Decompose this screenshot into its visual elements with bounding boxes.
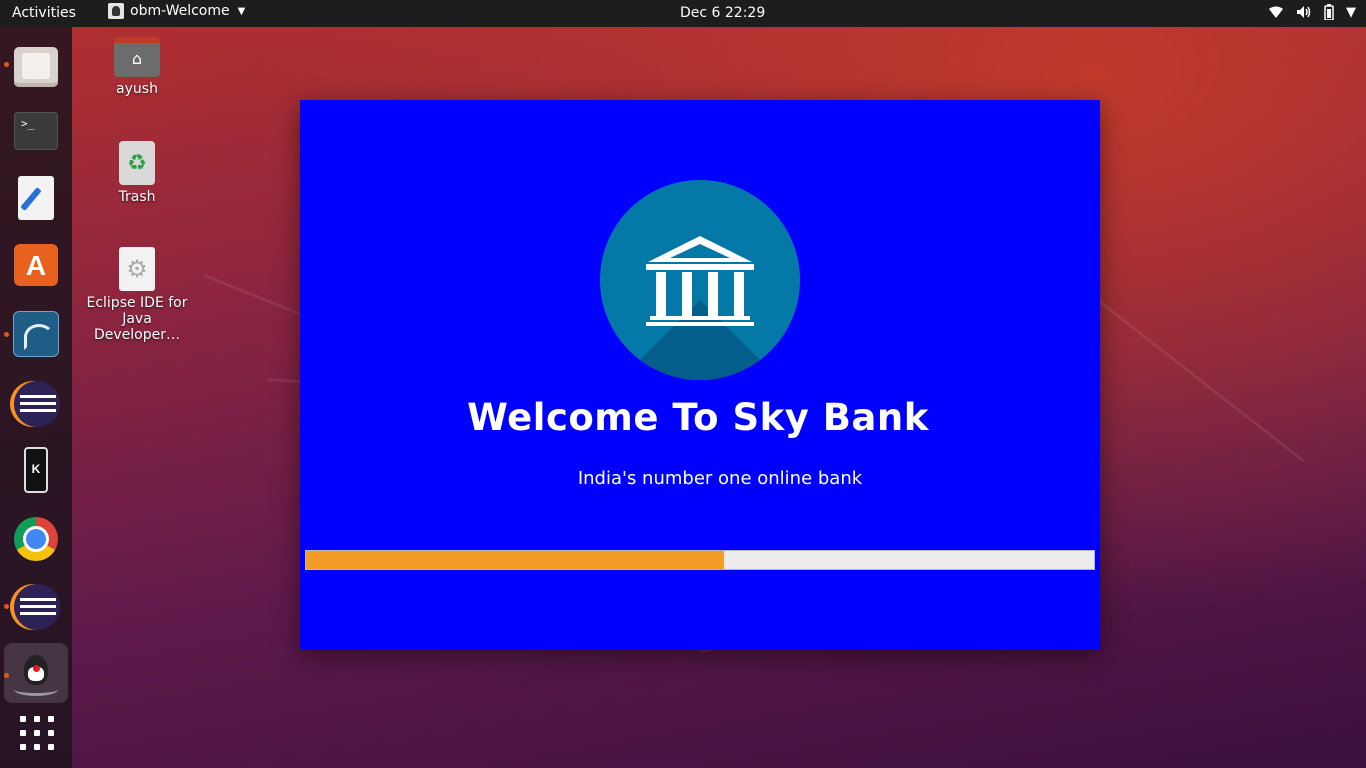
java-duke-icon[interactable] <box>12 651 60 696</box>
kde-connect-icon[interactable]: K <box>24 447 48 493</box>
progress-fill <box>306 551 724 569</box>
desktop-icon-home[interactable]: ayush <box>77 37 197 97</box>
home-folder-icon <box>114 37 160 77</box>
chevron-down-icon: ▼ <box>237 5 246 17</box>
desktop-icon-label: Eclipse IDE for Java Developer… <box>86 295 188 343</box>
volume-icon <box>1297 6 1311 18</box>
java-app-icon <box>108 3 124 19</box>
chevron-down-icon: ▼ <box>1346 4 1356 20</box>
running-indicator <box>4 604 9 609</box>
app-menu-label: obm-Welcome <box>130 3 230 19</box>
activities-button[interactable]: Activities <box>12 5 76 21</box>
desktop-icon-eclipse-launcher[interactable]: Eclipse IDE for Java Developer… <box>77 247 197 343</box>
page-title: Welcome To Sky Bank <box>467 396 929 439</box>
wifi-icon <box>1269 6 1283 18</box>
eclipse-launcher-icon <box>119 247 155 291</box>
desktop-icon-label: Trash <box>118 189 156 205</box>
eclipse-icon[interactable] <box>14 584 60 630</box>
mysql-workbench-icon[interactable] <box>13 311 59 357</box>
software-store-icon[interactable]: A <box>14 244 58 286</box>
text-editor-icon[interactable] <box>18 176 54 220</box>
clock[interactable]: Dec 6 22:29 <box>680 5 765 21</box>
desktop-icon-label: ayush <box>116 81 158 97</box>
bank-building-icon <box>646 236 754 326</box>
bank-logo <box>600 180 800 380</box>
app-menu[interactable]: obm-Welcome ▼ <box>108 3 245 19</box>
running-indicator <box>4 673 9 678</box>
running-indicator <box>4 332 9 337</box>
running-indicator <box>4 62 9 67</box>
wallpaper-line <box>1098 300 1305 463</box>
desktop-icon-trash[interactable]: Trash <box>77 141 197 205</box>
system-status-menu[interactable]: ▼ <box>1268 4 1356 20</box>
welcome-splash-window: Welcome To Sky Bank India's number one o… <box>300 100 1100 650</box>
eclipse-icon[interactable] <box>14 381 60 427</box>
top-bar: Activities obm-Welcome ▼ Dec 6 22:29 ▼ <box>0 0 1366 27</box>
subtitle: India's number one online bank <box>577 468 863 489</box>
trash-icon <box>119 141 155 185</box>
loading-progress-bar <box>305 550 1095 570</box>
terminal-icon[interactable]: >_ <box>14 112 58 150</box>
app-grid-icon[interactable] <box>20 716 54 750</box>
files-icon[interactable] <box>14 47 58 87</box>
battery-icon <box>1324 4 1334 20</box>
chrome-icon[interactable] <box>14 517 58 561</box>
